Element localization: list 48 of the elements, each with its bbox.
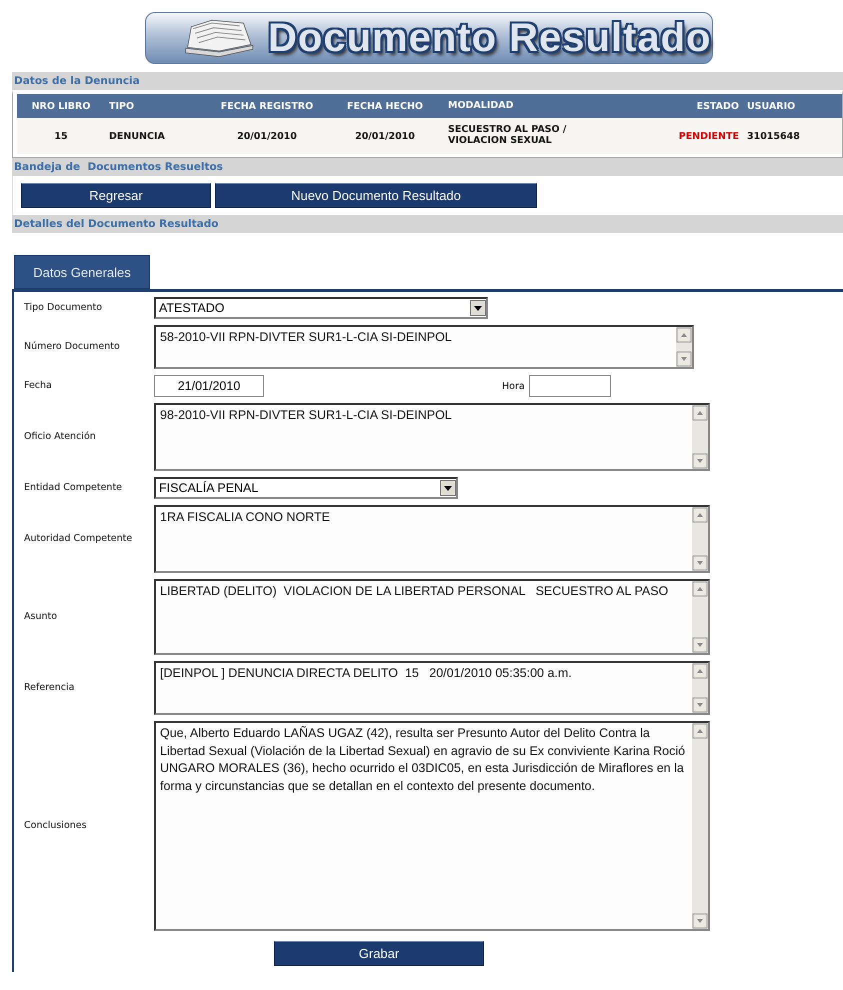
action-button[interactable]: Nuevo Documento Resultado (215, 183, 537, 208)
text-area[interactable]: 98-2010-VII RPN-DIVTER SUR1-L-CIA SI-DEINPOL (154, 403, 710, 471)
scrollbar[interactable] (676, 327, 692, 367)
column-header: FECHA HECHO (326, 94, 444, 118)
section-title: Bandeja de Documentos Resueltos (13, 161, 223, 173)
field-label: Asunto (24, 610, 58, 624)
field-label: Referencia (24, 682, 76, 694)
date-field[interactable]: 21/01/2010 (154, 375, 264, 397)
dropdown[interactable]: FISCALÍA PENAL (154, 477, 458, 499)
table-cell: 31015648 (742, 118, 842, 154)
page-title: Documento Resultado (268, 16, 712, 60)
table-cell: 20/01/2010 (326, 118, 444, 154)
field-label: Entidad Competente (24, 482, 124, 494)
time-field[interactable] (528, 375, 611, 397)
field-label: Hora (502, 380, 525, 392)
save-button[interactable]: Grabar (274, 941, 484, 966)
field-label: Oficio Atención (24, 430, 97, 444)
text-area[interactable]: 58-2010-VII RPN-DIVTER SUR1-L-CIA SI-DEINPOL (154, 325, 694, 369)
scrollbar[interactable] (692, 663, 708, 713)
scrollbar[interactable] (692, 581, 708, 653)
scrollbar[interactable] (692, 507, 708, 571)
field-label: Número Documento (24, 340, 121, 354)
text-area[interactable]: LIBERTAD (DELITO) VIOLACION DE LA LIBERTAD PERSONAL SECUESTRO AL PASO (154, 579, 710, 655)
field-label: Autoridad Competente (24, 532, 134, 546)
table-cell: 15 (17, 118, 105, 154)
table-cell: SECUESTRO AL PASO / VIOLACION SEXUAL (444, 118, 632, 154)
table-cell: DENUNCIA (105, 118, 208, 154)
column-header: USUARIO (742, 94, 842, 118)
dropdown[interactable]: ATESTADO (154, 297, 488, 319)
text-area[interactable]: [DEINPOL ] DENUNCIA DIRECTA DELITO 15 20/01/2010 05:35:00 a.m. (154, 661, 710, 715)
tab[interactable]: Datos Generales (14, 255, 150, 289)
field-label: Conclusiones (24, 820, 88, 832)
table-cell: PENDIENTE (632, 118, 743, 154)
column-header: ESTADO (632, 94, 743, 118)
scrollbar[interactable] (692, 405, 708, 469)
column-header: TIPO (105, 94, 208, 118)
text-area[interactable]: 1RA FISCALIA CONO NORTE (154, 505, 710, 573)
field-label: Fecha (24, 380, 53, 392)
action-button[interactable]: Regresar (21, 183, 211, 208)
section-title: Datos de la Denuncia (13, 75, 140, 87)
scrollbar[interactable] (692, 723, 708, 929)
section-title: Detalles del Documento Resultado (13, 218, 218, 230)
column-header: NRO LIBRO (17, 94, 105, 118)
table-cell: 20/01/2010 (208, 118, 326, 154)
field-label: Tipo Documento (24, 302, 104, 314)
text-area[interactable]: Que, Alberto Eduardo LAÑAS UGAZ (42), resulta ser Presunto Autor del Delito Contra la Libertad Sexual (Violación de la Libertad Sexual) en agravio de su Ex conviviente Karina Roció UNGARO MORALES (36), hecho ocurrido el 03DIC05, en esta Jurisdicción de Miraflores en la forma y circunstancias que se detallan en el contexto del presente documento. (154, 721, 710, 931)
column-header: MODALIDAD (444, 94, 632, 118)
column-header: FECHA REGISTRO (208, 94, 326, 118)
